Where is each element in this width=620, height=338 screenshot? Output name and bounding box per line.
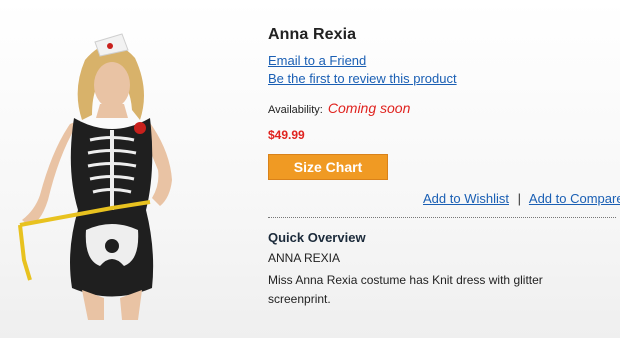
divider xyxy=(268,217,616,218)
costume-model-illustration xyxy=(18,33,172,320)
availability-label: Availability: xyxy=(268,104,323,116)
review-link[interactable]: Be the first to review this product xyxy=(268,70,618,88)
add-to-compare-link[interactable]: Add to Compare xyxy=(529,191,620,206)
product-image[interactable] xyxy=(0,20,240,320)
quick-overview-heading: Quick Overview xyxy=(268,230,366,245)
product-page: Anna Rexia Email to a Friend Be the firs… xyxy=(0,0,620,338)
add-to-wishlist-link[interactable]: Add to Wishlist xyxy=(423,191,509,206)
actions-separator: | xyxy=(517,191,521,206)
email-friend-link[interactable]: Email to a Friend xyxy=(268,52,618,70)
product-title: Anna Rexia xyxy=(268,26,357,43)
size-chart-button[interactable]: Size Chart xyxy=(268,154,388,180)
product-actions: Add to Wishlist | Add to Compare xyxy=(423,191,620,206)
product-sku: ANNA REXIA xyxy=(268,251,341,265)
quick-overview: Quick Overview ANNA REXIA Miss Anna Rexi… xyxy=(268,230,608,309)
availability-status: Coming soon xyxy=(327,100,411,116)
price: $49.99 xyxy=(268,128,305,142)
product-details: Anna Rexia Email to a Friend Be the firs… xyxy=(268,26,620,306)
availability: Availability: Coming soon xyxy=(268,100,618,116)
size-chart-label: Size Chart xyxy=(293,159,363,175)
product-description: Miss Anna Rexia costume has Knit dress w… xyxy=(268,273,543,306)
